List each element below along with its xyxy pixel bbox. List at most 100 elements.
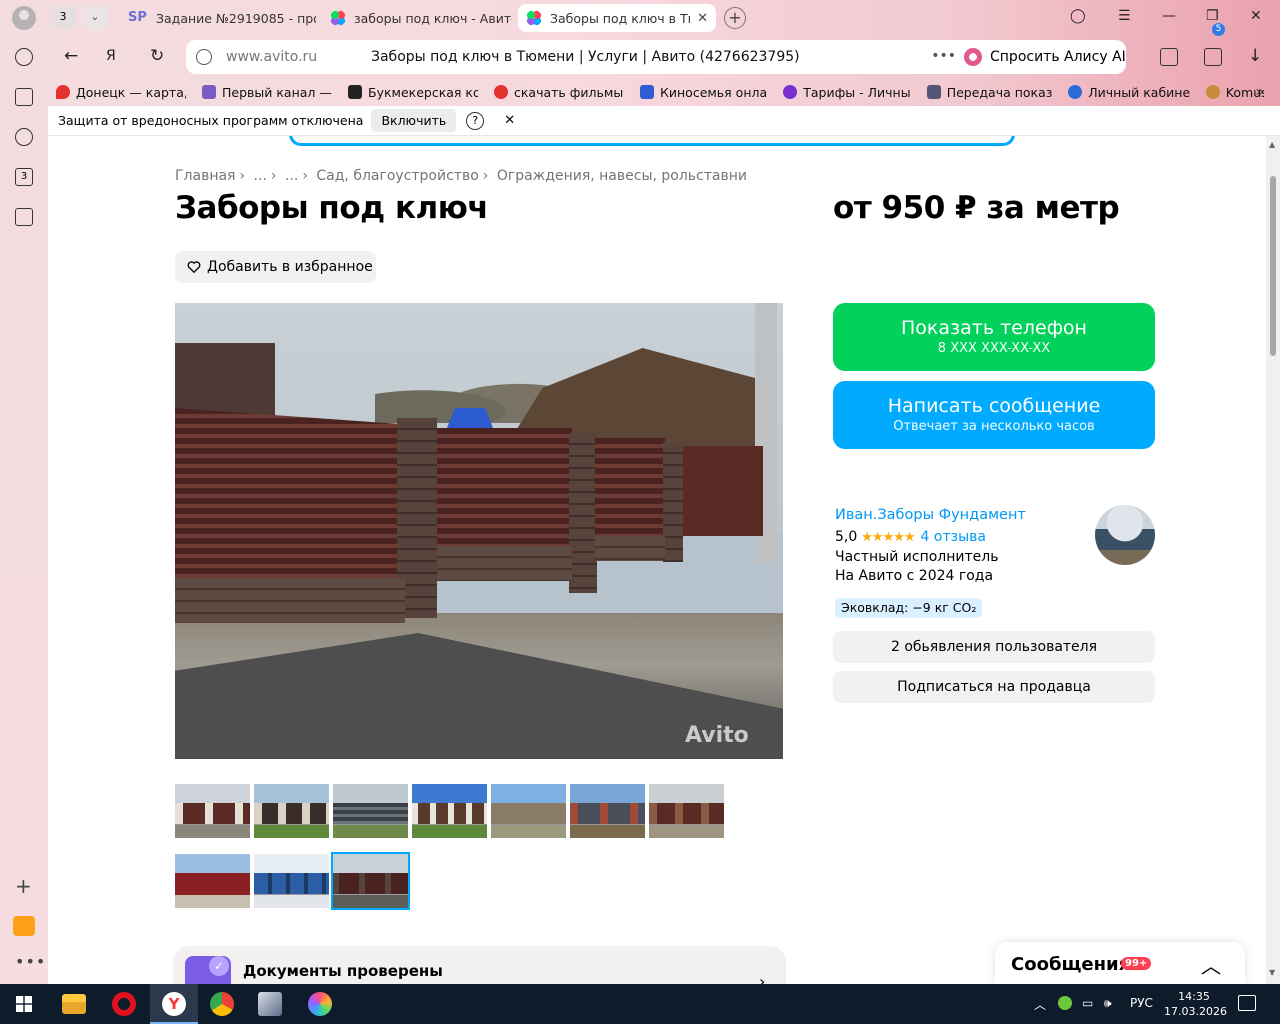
breadcrumb-item[interactable]: ... <box>254 168 267 184</box>
collections-icon[interactable] <box>15 88 33 106</box>
mail-icon[interactable] <box>13 916 35 936</box>
extension-icon[interactable] <box>1204 48 1222 66</box>
close-icon[interactable]: ✕ <box>504 113 515 128</box>
history-icon[interactable] <box>15 48 33 66</box>
more-icon[interactable]: ••• <box>931 48 956 64</box>
notifications-icon[interactable] <box>1238 995 1256 1011</box>
thumbnail[interactable] <box>649 784 724 838</box>
close-icon[interactable]: ✕ <box>691 11 708 26</box>
thumbnail[interactable] <box>570 784 645 838</box>
yandex-icon[interactable]: Я <box>106 48 116 64</box>
profile-icon[interactable] <box>12 6 36 30</box>
scroll-down-icon[interactable]: ▼ <box>1269 968 1275 977</box>
tray-app-icon[interactable] <box>1058 996 1072 1010</box>
add-icon[interactable]: + <box>15 874 32 898</box>
bookmark-item[interactable]: скачать фильмы 2 <box>494 85 624 100</box>
bookmark-item[interactable]: Тарифы - Личный <box>783 85 911 100</box>
language-indicator[interactable]: РУС <box>1130 996 1153 1010</box>
scroll-up-icon[interactable]: ▲ <box>1269 140 1275 149</box>
menu-icon[interactable]: ☰ <box>1118 8 1131 24</box>
windows-taskbar: Y ︿ ▭ 🕪 РУС 14:35 17.03.2026 <box>0 984 1280 1024</box>
main-photo[interactable]: Avito <box>175 303 783 759</box>
chevron-up-icon[interactable]: ︿ <box>1034 996 1046 1013</box>
scrollbar-thumb[interactable] <box>1270 176 1276 356</box>
add-to-favorites-button[interactable]: Добавить в избранное <box>175 251 376 283</box>
thumbnail[interactable] <box>333 784 408 838</box>
yandex-browser-icon[interactable]: Y <box>162 992 186 1016</box>
user-ads-button[interactable]: 2 обьявления пользователя <box>833 631 1155 663</box>
opera-icon[interactable] <box>112 992 136 1016</box>
restore-icon[interactable]: ❐ <box>1206 8 1219 24</box>
avatar[interactable] <box>1095 505 1155 565</box>
subscribe-seller-button[interactable]: Подписаться на продавца <box>833 671 1155 703</box>
reviews-link[interactable]: 4 отзыва <box>921 529 986 545</box>
back-icon[interactable]: ← <box>64 46 78 66</box>
bookmark-item[interactable]: Букмекерская кон <box>348 85 478 100</box>
help-icon[interactable]: ? <box>466 111 485 130</box>
avito-favicon-icon <box>330 10 346 26</box>
more-bookmarks-icon[interactable]: » <box>1255 84 1264 100</box>
write-message-button[interactable]: Написать сообщение Отвечает за несколько… <box>833 381 1155 449</box>
downloads-icon[interactable]: ↓ <box>1248 46 1262 66</box>
site-info-icon[interactable] <box>196 49 212 65</box>
play-icon[interactable] <box>15 128 33 146</box>
seller-name-link[interactable]: Иван.Заборы Фундамент <box>835 507 1026 523</box>
more-icon[interactable]: ••• <box>15 952 46 971</box>
thumbnail-selected[interactable] <box>331 852 410 910</box>
star-rating-icon: ★★★★★ <box>861 529 915 545</box>
reload-icon[interactable]: ↻ <box>150 46 164 66</box>
collections-icon[interactable] <box>1160 48 1178 66</box>
show-phone-button[interactable]: Показать телефон 8 XXX XXX-XX-XX <box>833 303 1155 371</box>
heart-icon <box>187 261 201 274</box>
url-field[interactable]: www.avito.ru Заборы под ключ в Тюмени | … <box>186 40 996 74</box>
tab-zadanie[interactable]: SP Задание №2919085 - про <box>120 4 316 32</box>
thumbnail[interactable] <box>175 784 250 838</box>
breadcrumb-item[interactable]: Сад, благоустройство <box>316 168 478 184</box>
chevron-up-icon[interactable]: ︿ <box>1201 950 1221 979</box>
chrome-icon[interactable] <box>210 992 234 1016</box>
minimize-icon[interactable]: — <box>1162 8 1176 24</box>
messenger-panel[interactable]: Сообщения 99+ ︿ <box>995 942 1245 984</box>
bookmark-item[interactable]: Личный кабинет <box>1068 85 1190 100</box>
bookmark-item[interactable]: Передача показа <box>926 85 1052 100</box>
film-icon <box>494 85 508 99</box>
thumbnail[interactable] <box>254 784 329 838</box>
tab-count-badge[interactable]: 3 <box>50 6 76 28</box>
messages-count-badge: 99+ <box>1121 957 1152 970</box>
eco-contribution-badge[interactable]: Эковклад: −9 кг CO₂ <box>835 598 983 618</box>
breadcrumb-item[interactable]: Главная <box>175 168 235 184</box>
bookmark-item[interactable]: Киносемья онлай <box>640 85 767 100</box>
close-window-icon[interactable]: ✕ <box>1250 8 1262 24</box>
new-tab-button[interactable]: + <box>724 7 746 29</box>
file-explorer-icon[interactable] <box>62 994 86 1014</box>
document-check-icon <box>185 956 231 984</box>
breadcrumb-item[interactable]: Ограждения, навесы, рольставни <box>497 168 747 184</box>
tab-zabory-active[interactable]: Заборы под ключ в Тюм ✕ <box>518 4 716 32</box>
documents-verified-card[interactable]: Документы проверены › <box>173 946 786 984</box>
volume-icon[interactable]: 🕪 <box>1104 996 1112 1011</box>
tab-bar: 3 ⌄ SP Задание №2919085 - про заборы под… <box>0 0 1280 36</box>
thumbnail[interactable] <box>254 854 329 908</box>
thumbnail[interactable] <box>412 784 487 838</box>
bookmark-item[interactable]: Донецк — карта, с <box>56 85 186 100</box>
ask-alice-button[interactable]: Спросить Алису AI <box>954 40 1126 74</box>
windows-start-icon[interactable] <box>16 996 32 1012</box>
chevron-down-icon[interactable]: ⌄ <box>82 5 108 29</box>
tab-label: заборы под ключ - Авито <box>354 10 512 26</box>
tabs-counter-icon[interactable]: 3 <box>15 168 33 186</box>
network-icon[interactable]: ▭ <box>1082 996 1093 1010</box>
color-wheel-icon[interactable] <box>308 992 332 1016</box>
tab-zabory-search[interactable]: заборы под ключ - Авито <box>322 4 512 32</box>
thumbnail[interactable] <box>175 854 250 908</box>
breadcrumb-item[interactable]: ... <box>285 168 298 184</box>
scrollbar[interactable]: ▲ ▼ <box>1266 136 1280 984</box>
screenshot-icon[interactable] <box>15 208 33 226</box>
enable-protection-button[interactable]: Включить <box>371 109 457 132</box>
url-page-title: Заборы под ключ в Тюмени | Услуги | Авит… <box>371 49 800 65</box>
thumbnail[interactable] <box>491 784 566 838</box>
bookmark-item[interactable]: Первый канал — с <box>202 85 332 100</box>
app-icon[interactable] <box>258 992 282 1016</box>
account-icon[interactable]: ◯ <box>1070 8 1086 24</box>
search-input[interactable] <box>289 136 1015 146</box>
clock[interactable]: 14:35 17.03.2026 <box>1164 989 1227 1019</box>
